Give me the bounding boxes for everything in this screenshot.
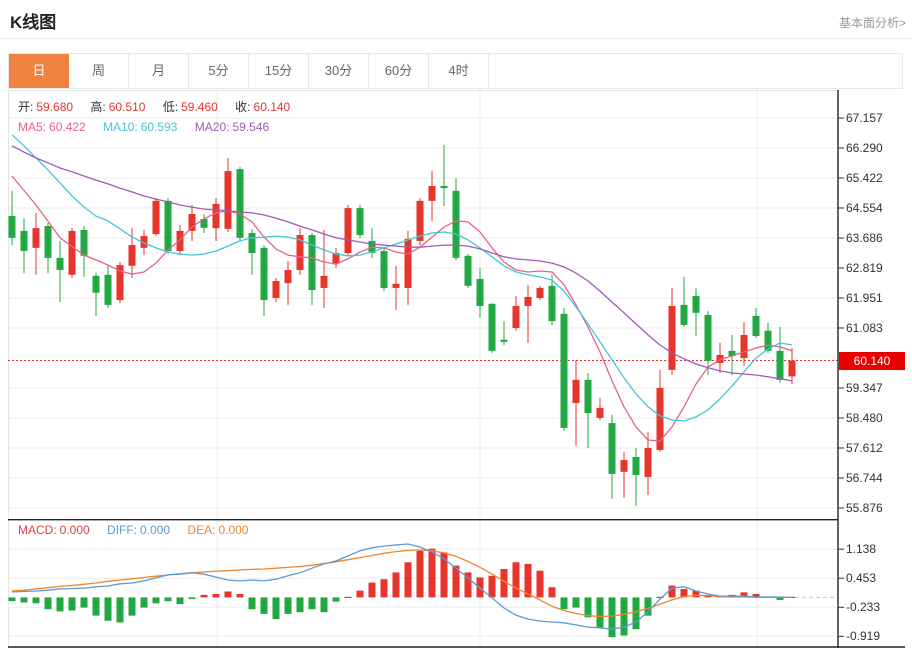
- tab-5分[interactable]: 5分: [189, 54, 249, 88]
- tab-4时[interactable]: 4时: [429, 54, 489, 88]
- page-title: K线图: [10, 8, 56, 33]
- tab-日[interactable]: 日: [9, 54, 69, 88]
- tab-30分[interactable]: 30分: [309, 54, 369, 88]
- tab-60分[interactable]: 60分: [369, 54, 429, 88]
- tab-15分[interactable]: 15分: [249, 54, 309, 88]
- header-divider: [0, 38, 912, 39]
- candlestick-chart[interactable]: [8, 90, 905, 519]
- kline-widget: K线图 基本面分析> 日周月5分15分30分60分4时 开:59.680 高:6…: [0, 0, 912, 653]
- tab-周[interactable]: 周: [69, 54, 129, 88]
- fundamental-analysis-link[interactable]: 基本面分析>: [839, 14, 906, 31]
- period-tabs: 日周月5分15分30分60分4时: [8, 53, 903, 89]
- last-price-tag: 60.140: [839, 352, 905, 370]
- tab-月[interactable]: 月: [129, 54, 189, 88]
- macd-chart[interactable]: [8, 519, 905, 648]
